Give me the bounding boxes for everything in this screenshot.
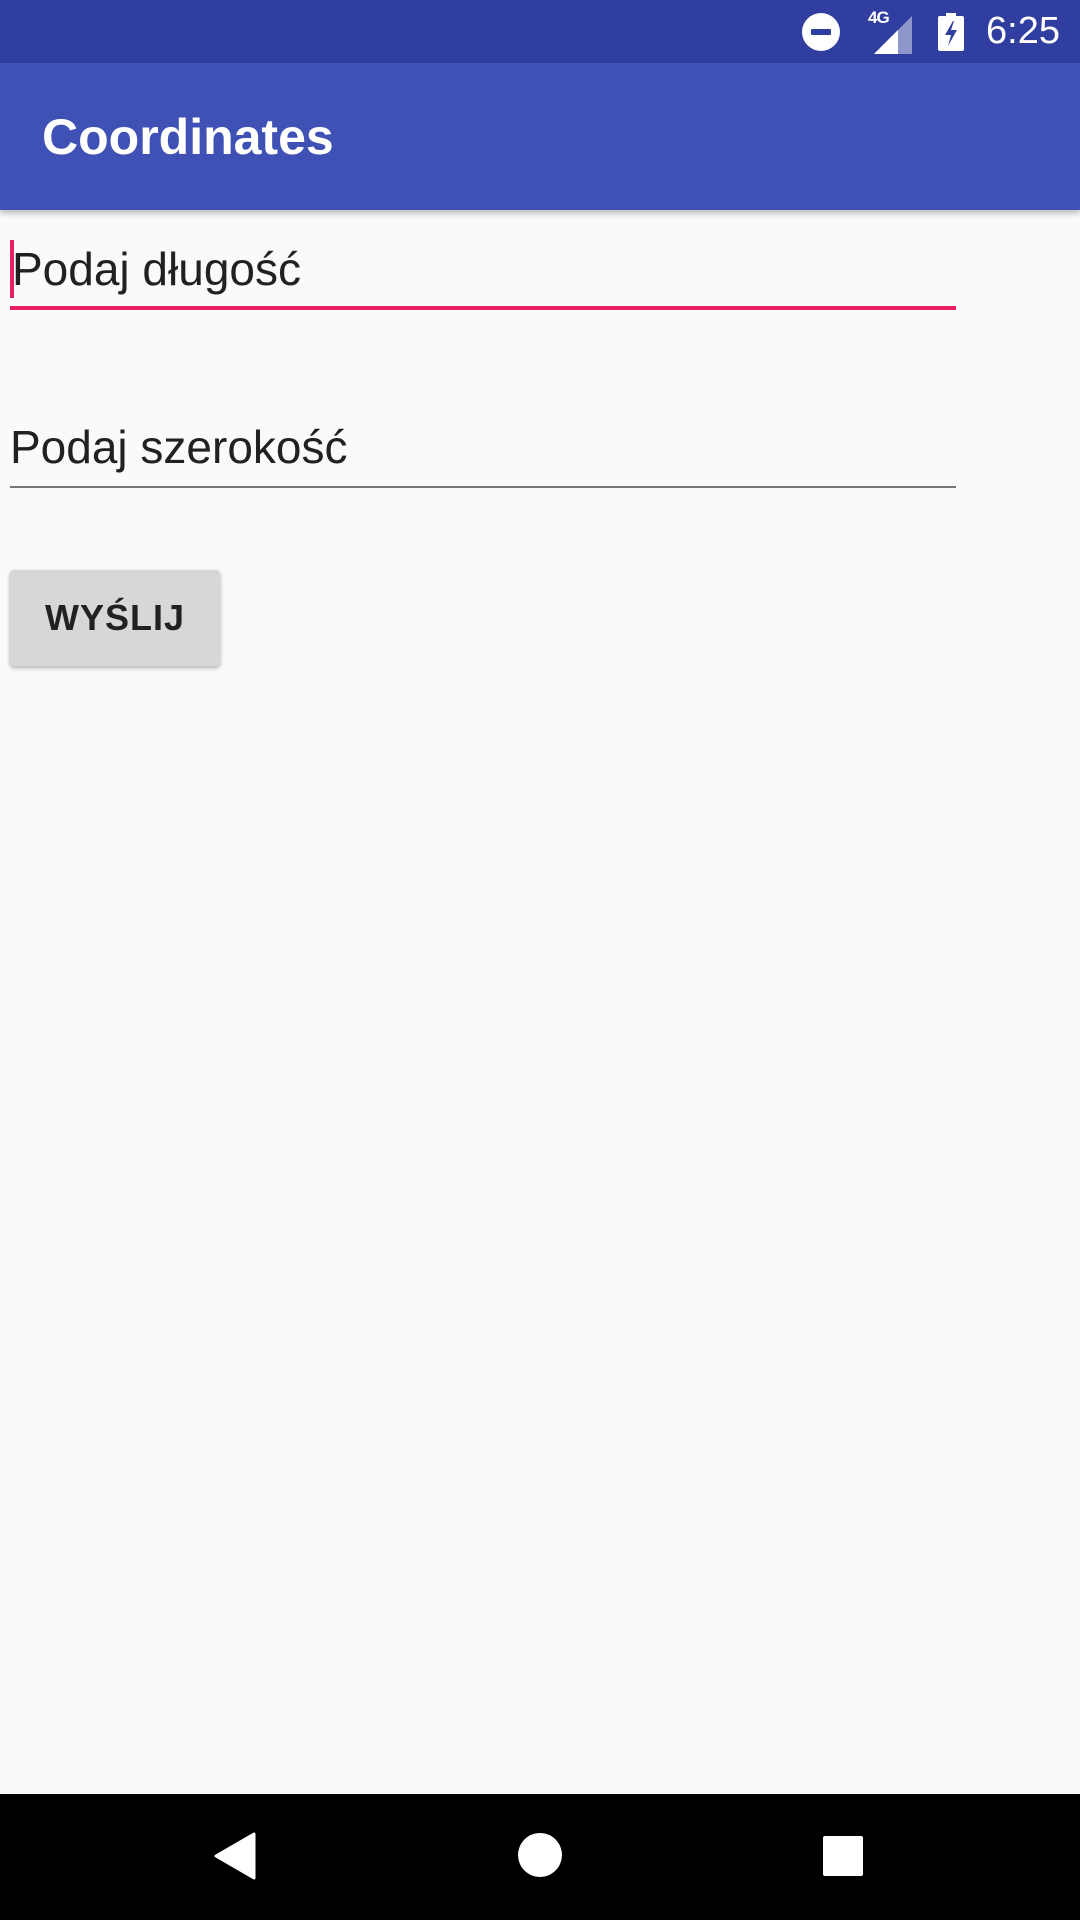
recents-icon[interactable] [823,1836,863,1876]
send-button[interactable]: WYŚLIJ [10,570,220,666]
app-screen: 4G 6:25 Coordinates Podaj długość Podaj … [0,0,1080,1920]
longitude-underline [10,306,956,310]
latitude-placeholder: Podaj szerokość [10,421,348,473]
longitude-placeholder: Podaj długość [12,243,301,295]
latitude-input[interactable]: Podaj szerokość [10,408,956,488]
back-icon[interactable] [214,1832,256,1880]
network-type-label: 4G [868,7,890,27]
status-time: 6:25 [986,10,1060,52]
home-icon[interactable] [518,1833,562,1877]
app-title: Coordinates [42,108,334,165]
app-bar: Coordinates [0,63,1080,210]
do-not-disturb-icon [802,12,841,51]
longitude-input[interactable]: Podaj długość [10,230,956,310]
latitude-underline [10,486,956,488]
battery-charging-icon [938,12,965,51]
navigation-bar [0,1794,1080,1920]
signal-icon: 4G [868,7,914,54]
status-bar: 4G 6:25 [0,0,1080,63]
